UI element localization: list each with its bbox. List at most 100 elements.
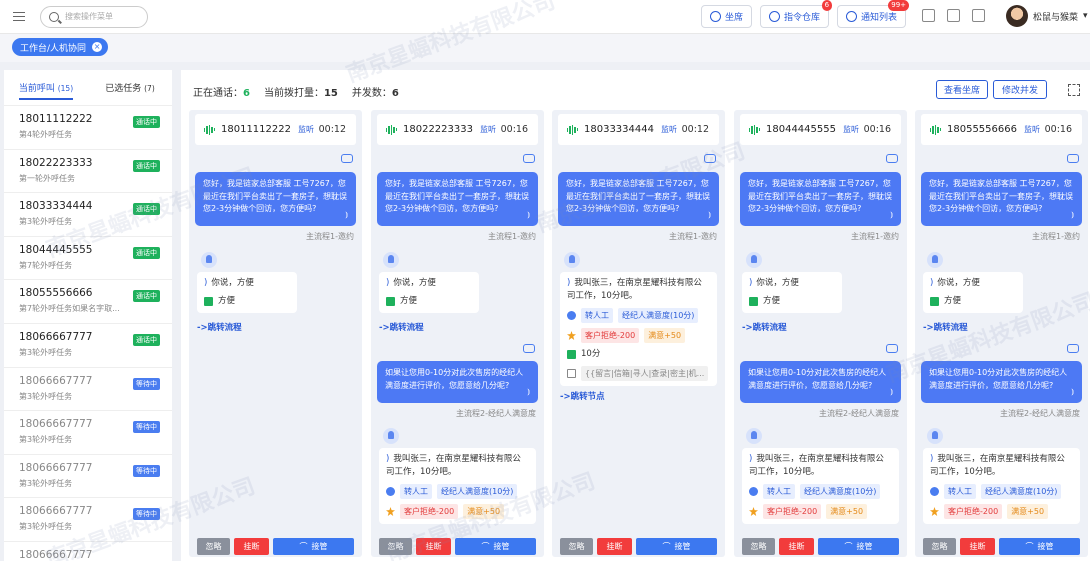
headset-icon xyxy=(710,11,721,22)
user-reply: ) 你说，方便 方便 xyxy=(379,272,479,313)
listen-link[interactable]: 监听 xyxy=(298,124,314,135)
volume-icon[interactable]: ⦆ xyxy=(345,209,348,222)
call-card: 18055556666 监听 00:16 您好，我是链家总部客服 工号7267，… xyxy=(915,110,1088,557)
volume-icon[interactable]: ⦆ xyxy=(1071,209,1074,222)
user-menu[interactable]: 松鼠与猴菜 ▾ xyxy=(1006,5,1088,27)
takeover-button[interactable]: ⌒ 接管 xyxy=(455,538,536,555)
chevron-down-icon: ▾ xyxy=(1083,11,1088,21)
star-icon xyxy=(930,507,939,516)
listen-link[interactable]: 监听 xyxy=(843,124,859,135)
transfer-flow-link[interactable]: ->跳转流程 xyxy=(379,321,424,333)
view-seats-button[interactable]: 查看坐席 xyxy=(936,80,988,99)
hangup-button[interactable]: 挂断 xyxy=(779,538,814,555)
ignore-button[interactable]: 忽略 xyxy=(742,538,775,555)
robot-icon xyxy=(1067,154,1079,163)
call-task: 第3轮外呼任务 xyxy=(19,478,73,488)
call-card: 18011112222 监听 00:12 您好，我是链家总部客服 工号7267，… xyxy=(189,110,362,557)
volume-icon[interactable]: ⦆ xyxy=(527,209,530,222)
fullscreen-icon[interactable] xyxy=(1068,84,1080,96)
trash-icon[interactable] xyxy=(922,9,935,22)
call-list: 18011112222 第4轮外呼任务 通话中 18022223333 第一轮外呼… xyxy=(4,106,172,561)
call-list-item[interactable]: 18011112222 第4轮外呼任务 通话中 xyxy=(4,106,172,150)
transfer-flow-link[interactable]: ->跳转流程 xyxy=(923,321,968,333)
call-sidebar: 当前呼叫 (15) 已选任务 (7) 18011112222 第4轮外呼任务 通… xyxy=(4,70,172,561)
call-list-item[interactable]: 18066667777 第3轮外呼任务 等待中 xyxy=(4,498,172,542)
bot-message-text: 您好，我是链家总部客服 工号7267，您最近在我们平台卖出了一套房子，想耽误您2… xyxy=(929,179,1073,213)
ignore-button[interactable]: 忽略 xyxy=(560,538,593,555)
tab-selected-tasks[interactable]: 已选任务 (7) xyxy=(88,81,172,94)
ignore-button[interactable]: 忽略 xyxy=(923,538,956,555)
call-list-item[interactable]: 18066667777 第3轮外呼任务 等待中 xyxy=(4,368,172,412)
takeover-button[interactable]: ⌒ 接管 xyxy=(273,538,354,555)
volume-icon[interactable]: ⦆ xyxy=(708,209,711,222)
score-tag: 客户拒绝-200 xyxy=(400,504,459,519)
user-avatar-icon xyxy=(927,252,943,268)
tab-workbench[interactable]: 工作台/人机协同 × xyxy=(12,38,109,56)
hangup-button[interactable]: 挂断 xyxy=(416,538,451,555)
notification-list-label: 通知列表 xyxy=(861,13,898,23)
transfer-node-link[interactable]: ->跳转节点 xyxy=(560,390,605,402)
menu-icon[interactable] xyxy=(13,11,25,22)
layout-icon[interactable] xyxy=(972,9,985,22)
intent-tag: 转人工 xyxy=(944,484,976,499)
call-list-item[interactable]: 18033334444 第3轮外呼任务 通话中 xyxy=(4,193,172,237)
volume-icon[interactable]: ) xyxy=(386,454,389,464)
robot-icon xyxy=(1067,344,1079,353)
tab-current-calls[interactable]: 当前呼叫 (15) xyxy=(4,81,88,100)
transfer-flow-link[interactable]: ->跳转流程 xyxy=(742,321,787,333)
volume-icon[interactable]: ⦆ xyxy=(890,209,893,222)
volume-icon[interactable]: ) xyxy=(930,454,933,464)
volume-icon[interactable]: ) xyxy=(567,278,570,288)
volume-icon[interactable]: ) xyxy=(204,278,207,288)
volume-icon[interactable]: ) xyxy=(749,454,752,464)
call-list-item[interactable]: 18066667777 第3轮外呼任务 通话中 xyxy=(4,324,172,368)
call-card: 18044445555 监听 00:16 您好，我是链家总部客服 工号7267，… xyxy=(734,110,907,557)
listen-link[interactable]: 监听 xyxy=(480,124,496,135)
star-icon xyxy=(749,507,758,516)
notification-list-button[interactable]: 通知列表 99+ xyxy=(837,0,910,28)
intent-tag: 经纪人满意度(10分) xyxy=(437,484,518,499)
volume-icon[interactable]: ⦆ xyxy=(527,386,530,399)
command-repo-badge: 6 xyxy=(821,0,833,11)
robot-icon xyxy=(704,154,716,163)
ignore-button[interactable]: 忽略 xyxy=(197,538,230,555)
ignore-button[interactable]: 忽略 xyxy=(379,538,412,555)
call-list-item[interactable]: 18066667777 第3轮外呼任务 等待中 xyxy=(4,411,172,455)
dialing-label: 当前拨打量： xyxy=(263,88,324,99)
bot-message: 您好，我是链家总部客服 工号7267，您最近在我们平台卖出了一套房子，想耽误您2… xyxy=(921,172,1082,226)
call-duration: 00:12 xyxy=(318,124,346,135)
volume-icon[interactable]: ⦆ xyxy=(1071,386,1074,399)
call-list-item[interactable]: 18044445555 第7轮外呼任务 通话中 xyxy=(4,237,172,281)
takeover-button[interactable]: ⌒ 接管 xyxy=(636,538,717,555)
hangup-button[interactable]: 挂断 xyxy=(960,538,995,555)
card-phone: 18055556666 xyxy=(947,124,1017,135)
hangup-button[interactable]: 挂断 xyxy=(234,538,269,555)
search-input[interactable]: 搜索操作菜单 xyxy=(40,5,148,28)
seat-button[interactable]: 坐席 xyxy=(701,5,753,28)
edit-concurrency-button[interactable]: 修改并发 xyxy=(993,80,1047,99)
volume-icon[interactable]: ⦆ xyxy=(890,386,893,399)
takeover-button[interactable]: ⌒ 接管 xyxy=(818,538,899,555)
card-footer: 忽略 挂断 ⌒ 接管 xyxy=(197,538,354,555)
listen-link[interactable]: 监听 xyxy=(1024,124,1040,135)
command-repo-button[interactable]: 指令仓库 6 xyxy=(760,0,833,28)
call-list-item[interactable]: 18066667777 第3轮外呼任务 等待中 xyxy=(4,455,172,499)
call-phone: 18066667777 xyxy=(19,548,93,561)
call-list-item[interactable]: 18066667777 xyxy=(4,542,172,561)
close-icon[interactable]: × xyxy=(92,42,103,52)
call-list-item[interactable]: 18022223333 第一轮外呼任务 通话中 xyxy=(4,150,172,194)
screen-icon[interactable] xyxy=(947,9,960,22)
listen-link[interactable]: 监听 xyxy=(661,124,677,135)
user-reply: ) 我叫张三，在南京星耀科技有限公司工作，10分吧。 转人工 经纪人满意度(10分)… xyxy=(742,448,899,524)
tab-selected-tasks-count: (7) xyxy=(144,84,155,93)
volume-icon[interactable]: ) xyxy=(930,278,933,288)
hangup-button[interactable]: 挂断 xyxy=(597,538,632,555)
volume-icon[interactable]: ) xyxy=(386,278,389,288)
transfer-flow-link[interactable]: ->跳转流程 xyxy=(197,321,242,333)
bot-message: 如果让您用0-10分对此次售房的经纪人满意度进行评价，您愿意给几分呢? ⦆ xyxy=(921,361,1082,403)
volume-icon[interactable]: ) xyxy=(749,278,752,288)
call-list-item[interactable]: 18055556666 第7轮外呼任务如果名字取... 通话中 xyxy=(4,280,172,324)
call-task: 第3轮外呼任务 xyxy=(19,522,73,532)
takeover-button[interactable]: ⌒ 接管 xyxy=(999,538,1080,555)
robot-icon xyxy=(341,154,353,163)
